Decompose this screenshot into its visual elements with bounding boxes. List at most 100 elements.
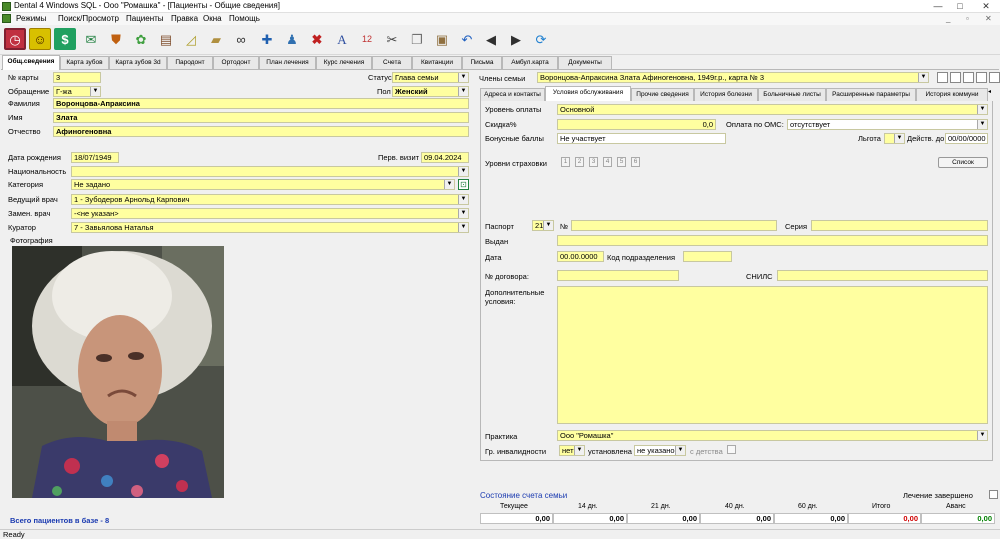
tab-orthodont[interactable]: Ортодонт xyxy=(213,56,259,69)
clipboard-icon[interactable]: ▤ xyxy=(155,28,177,50)
insurance-level-6[interactable]: 6 xyxy=(631,157,640,167)
undo-icon[interactable]: ↶ xyxy=(456,28,478,50)
payment-level-select[interactable]: Основной ▼ xyxy=(557,104,988,115)
insurance-level-1[interactable]: 1 xyxy=(561,157,570,167)
menu-help[interactable]: Помощь xyxy=(229,14,260,23)
tab-teeth-map[interactable]: Карта зубов xyxy=(60,56,109,69)
established-select[interactable]: не указано ▼ xyxy=(634,445,686,456)
add-user-icon[interactable]: ✚ xyxy=(256,28,278,50)
chevron-down-icon[interactable]: ▼ xyxy=(977,431,987,440)
status-select[interactable]: Глава семьи ▼ xyxy=(392,72,469,83)
tab-receipts[interactable]: Квитанции xyxy=(412,56,462,69)
users-icon[interactable]: ♟ xyxy=(281,28,303,50)
envelope-icon[interactable]: ✉ xyxy=(80,28,102,50)
passport-number-field[interactable] xyxy=(571,220,777,231)
prev-icon[interactable]: ◀ xyxy=(480,28,502,50)
subtab-medical-history[interactable]: История болезни xyxy=(694,88,758,101)
snils-field[interactable] xyxy=(777,270,988,281)
maximize-icon[interactable]: □ xyxy=(952,0,968,13)
discount-field[interactable]: 0,0 xyxy=(557,119,716,130)
passport-date-field[interactable]: 00.00.0000 xyxy=(557,251,604,262)
tab-invoices[interactable]: Счета xyxy=(372,56,412,69)
oms-select[interactable]: отсутствует ▼ xyxy=(787,119,988,130)
chevron-down-icon[interactable]: ▼ xyxy=(574,446,584,455)
subtab-service-conditions[interactable]: Условия обслуживания xyxy=(545,86,631,101)
issued-field[interactable] xyxy=(557,235,988,246)
doctor-select[interactable]: 1 - Зубодеров Арнольд Карпович ▼ xyxy=(71,194,469,205)
chevron-down-icon[interactable]: ▼ xyxy=(458,195,468,204)
tab-letters[interactable]: Письма xyxy=(462,56,502,69)
first-visit-field[interactable]: 09.04.2024 xyxy=(421,152,469,163)
patronymic-field[interactable]: Афиногеновна xyxy=(53,126,469,137)
mdi-icon[interactable] xyxy=(2,14,11,23)
subtab-communication-history[interactable]: История коммуни xyxy=(916,88,988,101)
tab-treatment-course[interactable]: Курс лечения xyxy=(316,56,372,69)
subtab-sick-leaves[interactable]: Больничные листы xyxy=(758,88,826,101)
tab-treatment-plan[interactable]: План лечения xyxy=(259,56,316,69)
font-icon[interactable]: A xyxy=(331,28,353,50)
scissors-icon[interactable]: ✂ xyxy=(381,28,403,50)
chevron-down-icon[interactable]: ▼ xyxy=(918,73,928,82)
bonus-field[interactable]: Не участвует xyxy=(557,133,726,144)
subtab-other-info[interactable]: Прочие сведения xyxy=(631,88,694,101)
tab-periodont[interactable]: Пародонт xyxy=(167,56,213,69)
menu-patients[interactable]: Пациенты xyxy=(126,14,164,23)
gears-icon[interactable]: ✿ xyxy=(130,28,152,50)
mdi-minimize-icon[interactable]: _ xyxy=(946,14,950,23)
card-field[interactable]: 3 xyxy=(53,72,101,83)
nationality-select[interactable]: ▼ xyxy=(71,166,469,177)
list-button[interactable]: Список xyxy=(938,157,988,168)
insurance-level-3[interactable]: 3 xyxy=(589,157,598,167)
copy-icon[interactable]: ❐ xyxy=(406,28,428,50)
chevron-down-icon[interactable]: ▼ xyxy=(977,120,987,129)
lastname-field[interactable]: Воронцова-Апраксина xyxy=(53,98,469,109)
chevron-down-icon[interactable]: ▼ xyxy=(458,209,468,218)
family-select[interactable]: Воронцова-Апраксина Злата Афиногеновна, … xyxy=(537,72,929,83)
mdi-close-icon[interactable]: ✕ xyxy=(985,14,992,23)
childhood-checkbox[interactable] xyxy=(727,445,736,454)
chart-icon[interactable]: ◿ xyxy=(180,28,202,50)
shield-icon[interactable]: ⛊ xyxy=(105,28,127,50)
tab-general[interactable]: Общ.сведения xyxy=(2,55,60,70)
close-icon[interactable]: ✕ xyxy=(974,0,998,13)
menu-windows[interactable]: Окна xyxy=(203,14,222,23)
chevron-down-icon[interactable]: ▼ xyxy=(543,221,553,230)
passport-series-field[interactable] xyxy=(811,220,988,231)
chevron-down-icon[interactable]: ▼ xyxy=(977,105,987,114)
paste-icon[interactable]: ▣ xyxy=(431,28,453,50)
chevron-down-icon[interactable]: ▼ xyxy=(675,446,685,455)
tab-outpatient-card[interactable]: Амбул.карта xyxy=(502,56,558,69)
family-button-1[interactable] xyxy=(937,72,948,83)
subtab-extended-params[interactable]: Расширенные параметры xyxy=(826,88,916,101)
chevron-down-icon[interactable]: ▼ xyxy=(458,223,468,232)
subtab-scroll-icon[interactable]: ◂ xyxy=(988,88,994,100)
menu-search[interactable]: Поиск/Просмотр xyxy=(58,14,119,23)
family-button-2[interactable] xyxy=(950,72,961,83)
disability-select[interactable]: нет ▼ xyxy=(559,445,585,456)
refresh-icon[interactable]: ⟳ xyxy=(530,28,552,50)
practice-select[interactable]: Ооо "Ромашка" ▼ xyxy=(557,430,988,441)
sex-select[interactable]: Женский ▼ xyxy=(392,86,469,97)
address-select[interactable]: Г-жа ▼ xyxy=(53,86,101,97)
delete-icon[interactable]: ✖ xyxy=(306,28,328,50)
dollar-icon[interactable]: $ xyxy=(54,28,76,50)
valid-field[interactable]: 00/00/0000 xyxy=(945,133,988,144)
menu-edit[interactable]: Правка xyxy=(171,14,198,23)
conditions-field[interactable] xyxy=(557,286,988,424)
patient-photo[interactable] xyxy=(12,246,224,498)
mdi-restore-icon[interactable]: ▫ xyxy=(966,14,969,23)
chevron-down-icon[interactable]: ▼ xyxy=(444,180,454,189)
contract-field[interactable] xyxy=(557,270,679,281)
chevron-down-icon[interactable]: ▼ xyxy=(458,87,468,96)
family-button-4[interactable] xyxy=(976,72,987,83)
chevron-down-icon[interactable]: ▼ xyxy=(458,73,468,82)
firstname-field[interactable]: Злата xyxy=(53,112,469,123)
next-icon[interactable]: ▶ xyxy=(505,28,527,50)
passport-type-select[interactable]: 21 ▼ xyxy=(532,220,554,231)
smiley-icon[interactable]: ☺ xyxy=(29,28,51,50)
minimize-icon[interactable]: — xyxy=(930,0,946,13)
numbers-icon[interactable]: 12 xyxy=(356,28,378,50)
category-edit-icon[interactable]: ⊡ xyxy=(458,179,469,190)
tab-teeth-map-3d[interactable]: Карта зубов 3d xyxy=(109,56,167,69)
category-select[interactable]: Не задано ▼ xyxy=(71,179,455,190)
